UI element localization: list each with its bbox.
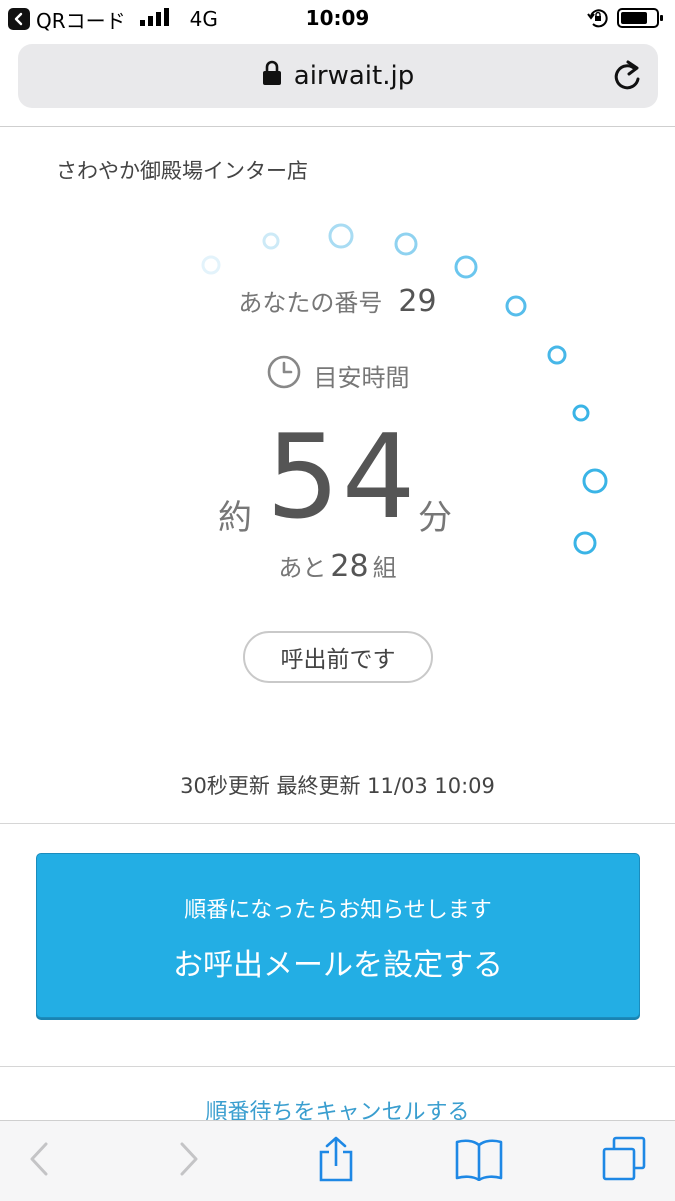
wait-unit: 分 — [418, 498, 452, 538]
mail-button-label: お呼出メールを設定する — [173, 948, 503, 983]
clock-icon — [266, 354, 302, 396]
groups-count: 28 — [330, 549, 369, 584]
share-button[interactable] — [312, 1136, 360, 1186]
bookmarks-icon — [454, 1137, 504, 1185]
wait-minutes: 54 — [266, 410, 418, 545]
status-badge: 呼出前です — [243, 631, 433, 683]
mail-button-subtitle: 順番になったらお知らせします — [184, 898, 492, 923]
your-number: あなたの番号 29 — [0, 283, 675, 319]
chevron-right-icon — [178, 1141, 200, 1181]
tabs-button[interactable] — [600, 1136, 648, 1186]
set-call-mail-button[interactable]: 順番になったらお知らせします お呼出メールを設定する — [36, 853, 640, 1018]
bookmarks-button[interactable] — [455, 1137, 503, 1185]
section-divider — [0, 823, 675, 824]
share-icon — [316, 1136, 356, 1186]
groups-ahead: あと 28 組 — [0, 548, 675, 584]
last-updated: 30秒更新 最終更新 11/03 10:09 — [180, 774, 495, 798]
eta-label: 目安時間 — [313, 363, 410, 392]
tabs-icon — [601, 1136, 647, 1186]
wait-prefix: 約 — [218, 498, 252, 538]
section-divider — [0, 1066, 675, 1067]
forward-button[interactable] — [165, 1137, 213, 1185]
your-number-label: あなたの番号 — [238, 289, 383, 317]
groups-unit: 組 — [372, 554, 397, 582]
estimated-wait: 約 54 分 — [0, 410, 675, 545]
browser-toolbar — [0, 1120, 675, 1201]
groups-prefix: あと — [278, 554, 327, 582]
chevron-left-icon — [28, 1141, 50, 1181]
back-button[interactable] — [15, 1137, 63, 1185]
eta-heading: 目安時間 — [0, 354, 675, 396]
your-number-value: 29 — [398, 284, 437, 319]
